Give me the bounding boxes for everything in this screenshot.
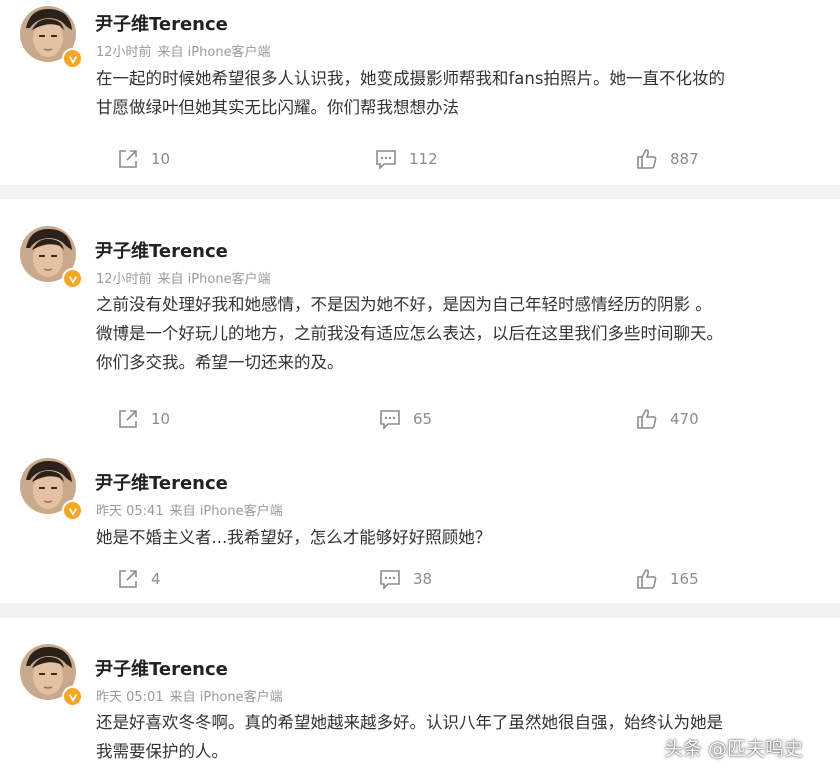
verified-badge-icon (62, 268, 83, 289)
watermark: 头条 @匹夫鸣史 (664, 738, 804, 760)
verified-badge-icon (62, 686, 83, 707)
comment-count: 38 (413, 570, 433, 588)
repost-count: 10 (151, 150, 171, 168)
post-meta: 昨天 05:41 来自 iPhone客户端 (96, 500, 283, 519)
comment-count: 65 (413, 410, 433, 428)
repost-button[interactable]: 4 (117, 568, 161, 590)
post-source: 来自 iPhone客户端 (169, 690, 283, 705)
verified-badge-icon (62, 48, 83, 69)
weibo-post: 尹子维Terence 昨天 05:41 来自 iPhone客户端 她是不婚主义者.… (0, 449, 840, 603)
like-button[interactable]: 887 (636, 148, 699, 170)
repost-count: 10 (151, 410, 171, 428)
comment-button[interactable]: 112 (375, 148, 438, 170)
post-source: 来自 iPhone客户端 (157, 272, 271, 287)
post-text: 她是不婚主义者...我希望好，怎么才能够好好照顾她？ (96, 528, 492, 547)
user-name[interactable]: 尹子维Terence (95, 10, 228, 36)
post-text: 在一起的时候她希望很多人认识我，她变成摄影师帮我和fans拍照片。她一直不化妆的… (96, 69, 725, 117)
share-box-icon (119, 570, 137, 588)
post-meta: 12小时前 来自 iPhone客户端 (96, 41, 271, 60)
comment-bubble-icon (376, 150, 396, 170)
post-time: 昨天 05:41 (96, 504, 164, 519)
like-button[interactable]: 165 (636, 568, 699, 590)
post-meta: 昨天 05:01 来自 iPhone客户端 (96, 686, 283, 705)
comment-button[interactable]: 38 (379, 568, 432, 590)
avatar[interactable] (18, 458, 83, 521)
post-time: 12小时前 (96, 45, 152, 60)
repost-count: 4 (151, 570, 161, 588)
comment-count: 112 (409, 150, 438, 168)
share-box-icon (119, 150, 137, 168)
post-time: 12小时前 (96, 272, 152, 287)
share-box-icon (119, 410, 137, 428)
avatar[interactable] (18, 6, 83, 69)
avatar[interactable] (18, 226, 83, 289)
user-name[interactable]: 尹子维Terence (95, 237, 228, 263)
post-source: 来自 iPhone客户端 (169, 504, 283, 519)
post-meta: 12小时前 来自 iPhone客户端 (96, 268, 271, 287)
like-button[interactable]: 470 (636, 408, 699, 430)
repost-button[interactable]: 10 (117, 408, 170, 430)
thumbs-up-icon (637, 409, 657, 429)
post-source: 来自 iPhone客户端 (157, 45, 271, 60)
comment-bubble-icon (380, 570, 400, 590)
thumbs-up-icon (637, 149, 657, 169)
user-name[interactable]: 尹子维Terence (95, 655, 228, 681)
repost-button[interactable]: 10 (117, 148, 170, 170)
weibo-post: 尹子维Terence 12小时前 来自 iPhone客户端 之前没有处理好我和她感… (0, 199, 840, 449)
verified-badge-icon (62, 500, 83, 521)
thumbs-up-icon (637, 569, 657, 589)
avatar[interactable] (18, 644, 83, 707)
post-text: 之前没有处理好我和她感情，不是因为她不好，是因为自己年轻时感情经历的阴影 。 微… (96, 295, 723, 372)
post-time: 昨天 05:01 (96, 690, 164, 705)
comment-bubble-icon (380, 410, 400, 430)
weibo-post: 尹子维Terence 12小时前 来自 iPhone客户端 在一起的时候她希望很多… (0, 0, 840, 185)
like-count: 165 (670, 570, 699, 588)
like-count: 470 (670, 410, 699, 428)
like-count: 887 (670, 150, 699, 168)
comment-button[interactable]: 65 (379, 408, 432, 430)
user-name[interactable]: 尹子维Terence (95, 469, 228, 495)
